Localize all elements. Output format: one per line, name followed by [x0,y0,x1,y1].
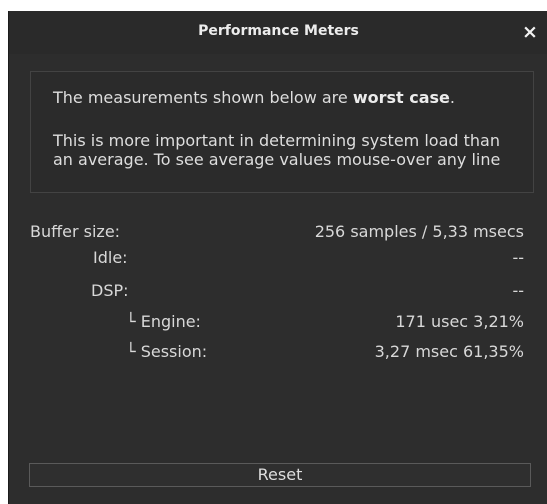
title-bar[interactable]: Performance Meters × [9,11,547,54]
engine-label: └ Engine: [126,312,201,331]
idle-value[interactable]: -- [512,248,524,267]
session-label: └ Session: [126,342,208,361]
buffer-size-value[interactable]: 256 samples / 5,33 msecs [315,222,524,241]
dsp-label: DSP: [91,281,129,300]
buffer-size-label: Buffer size: [30,222,121,241]
performance-meters-window: Performance Meters × The measurements sh… [8,11,547,504]
close-icon[interactable]: × [518,20,542,44]
info-note: The measurements shown below are worst c… [30,71,534,193]
session-value[interactable]: 3,27 msec 61,35% [375,342,524,361]
engine-value[interactable]: 171 usec 3,21% [395,312,524,331]
note-paragraph: This is more important in determining sy… [53,131,501,169]
note-emphasis: worst case [352,88,450,107]
note-suffix: . [449,88,455,107]
window-title: Performance Meters [198,23,359,39]
idle-label: Idle: [93,248,128,267]
note-prefix: The measurements shown below are [53,88,353,107]
dsp-value[interactable]: -- [512,281,524,300]
reset-button[interactable]: Reset [29,463,531,487]
note-line-1: The measurements shown below are worst c… [53,88,455,107]
